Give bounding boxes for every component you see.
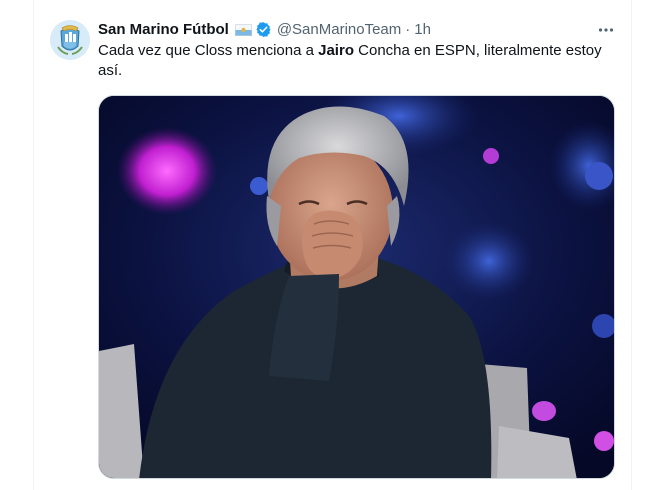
tweet-text-part1: Cada vez que Closs menciona a bbox=[98, 42, 319, 59]
header-separator: · bbox=[405, 20, 411, 38]
tweet-text-bold: Jairo bbox=[318, 42, 354, 59]
avatar[interactable] bbox=[50, 20, 90, 60]
more-dots-icon bbox=[598, 28, 614, 32]
timeline-right-border bbox=[631, 0, 632, 490]
san-marino-crest-icon bbox=[50, 20, 90, 60]
laughing-man-photo bbox=[99, 96, 614, 478]
tweet-text: Cada vez que Closs menciona a Jairo Conc… bbox=[98, 41, 618, 81]
timeline-left-border bbox=[33, 0, 34, 490]
tweet-media-image[interactable] bbox=[98, 95, 615, 479]
timestamp[interactable]: 1h bbox=[414, 21, 431, 38]
more-options-button[interactable] bbox=[596, 20, 616, 40]
verified-badge-icon bbox=[255, 21, 272, 38]
tweet-header: San Marino Fútbol @SanMarinoTeam · 1h bbox=[98, 19, 431, 39]
san-marino-flag-icon bbox=[234, 23, 252, 36]
author-name[interactable]: San Marino Fútbol bbox=[98, 21, 229, 38]
author-handle[interactable]: @SanMarinoTeam bbox=[277, 21, 401, 38]
